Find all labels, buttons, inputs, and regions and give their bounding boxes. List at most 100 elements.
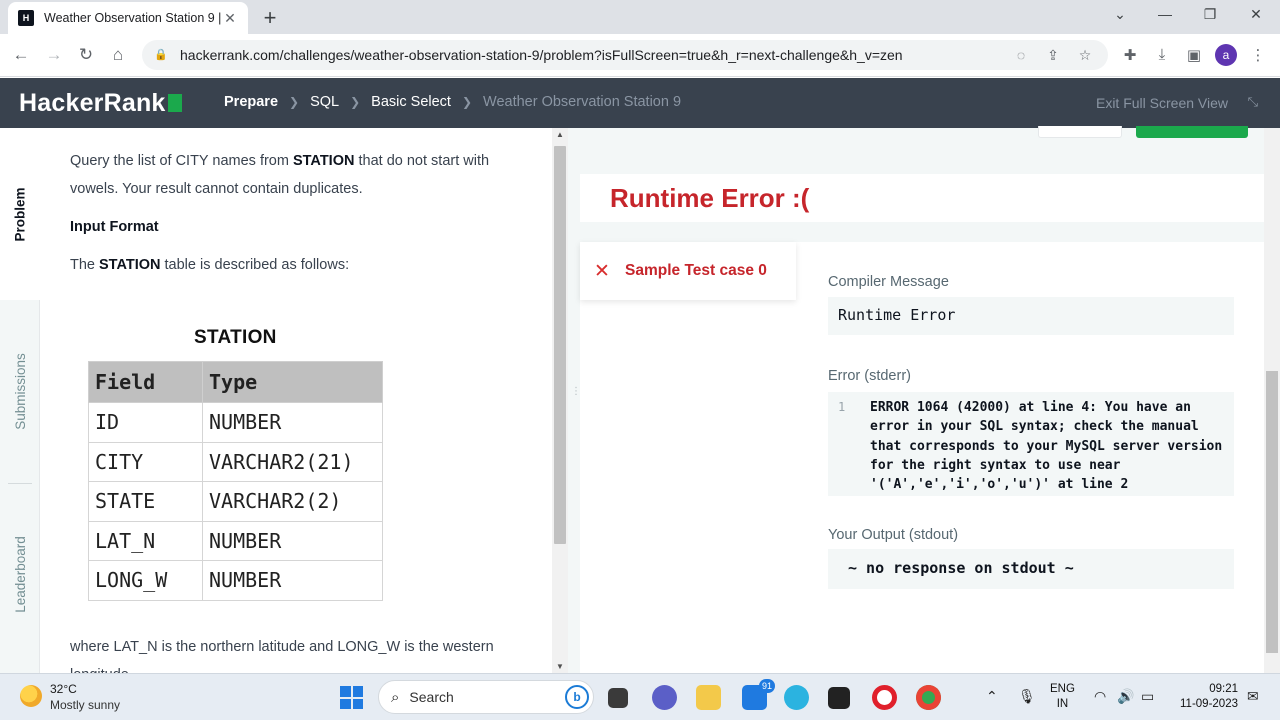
- table-row: STATE VARCHAR2(2): [88, 481, 383, 522]
- breadcrumb-current: Weather Observation Station 9: [483, 94, 682, 110]
- system-clock[interactable]: 09:21 11-09-2023: [1172, 682, 1238, 712]
- eye-slash-icon[interactable]: ◌: [1010, 47, 1032, 63]
- stdout-label: Your Output (stdout): [828, 527, 959, 543]
- browser-tab[interactable]: H Weather Observation Station 9 | H ✕: [8, 2, 248, 34]
- tab-submissions[interactable]: Submissions: [0, 300, 40, 483]
- battery-icon[interactable]: ▭: [1141, 688, 1154, 705]
- scroll-down-icon[interactable]: ▼: [552, 662, 568, 671]
- scrollbar-thumb[interactable]: [1266, 371, 1278, 653]
- result-scrollbar[interactable]: [1264, 128, 1280, 673]
- scrollbar-thumb[interactable]: [554, 146, 566, 544]
- volume-icon[interactable]: 🔊: [1117, 688, 1134, 705]
- problem-intro: Query the list of CITY names from STATIO…: [70, 153, 490, 197]
- field-cell: CITY: [88, 441, 203, 482]
- table-row: LONG_W NUMBER: [88, 560, 383, 601]
- back-arrow-icon[interactable]: ←: [10, 44, 32, 66]
- restore-window-icon[interactable]: ❐: [1200, 6, 1220, 23]
- new-tab-button[interactable]: +: [258, 5, 282, 31]
- station-schema-table: Field Type ID NUMBER CITY VARCHAR2(21) STA…: [88, 361, 383, 601]
- hackerrank-header: HackerRank Prepare ❯ SQL ❯ Basic Select …: [0, 78, 1280, 128]
- problem-panel: Query the list of CITY names from STATIO…: [40, 128, 552, 673]
- sun-weather-icon[interactable]: [20, 685, 42, 707]
- type-cell: NUMBER: [202, 520, 383, 561]
- search-placeholder: Search: [409, 689, 454, 705]
- run-code-button[interactable]: [1038, 126, 1122, 138]
- extensions-puzzle-icon[interactable]: ✚: [1120, 46, 1140, 66]
- weather-widget[interactable]: 32°C Mostly sunny: [50, 681, 120, 713]
- search-icon: ⌕: [391, 688, 400, 706]
- tab-search-chevron-icon[interactable]: ⌄: [1110, 6, 1130, 23]
- mail-badge: 91: [758, 679, 775, 693]
- bookmark-star-icon[interactable]: ☆: [1074, 47, 1096, 64]
- problem-scrollbar[interactable]: ▲ ▼: [552, 128, 568, 673]
- notifications-icon[interactable]: ✉: [1247, 688, 1259, 705]
- stderr-box: 1 ERROR 1064 (42000) at line 4: You have…: [828, 392, 1234, 496]
- taskbar-search[interactable]: ⌕ Search b: [378, 680, 594, 714]
- browser-toolbar: ← → ↻ ⌂ 🔒 hackerrank.com/challenges/weat…: [0, 34, 1280, 77]
- scroll-up-icon[interactable]: ▲: [552, 130, 568, 139]
- home-icon[interactable]: ⌂: [107, 44, 129, 66]
- weather-condition: Mostly sunny: [50, 698, 121, 712]
- minimize-window-icon[interactable]: —: [1155, 6, 1175, 22]
- tab-leaderboard[interactable]: Leaderboard: [0, 484, 40, 664]
- edge-browser-icon[interactable]: [784, 685, 809, 710]
- lock-icon: 🔒: [154, 49, 168, 61]
- chrome-icon[interactable]: [916, 685, 941, 710]
- breadcrumb-prepare[interactable]: Prepare: [224, 94, 278, 110]
- region-code: IN: [1056, 698, 1069, 710]
- exit-full-screen-link[interactable]: Exit Full Screen View: [1096, 95, 1228, 111]
- url-text: hackerrank.com/challenges/weather-observ…: [180, 47, 903, 63]
- address-bar[interactable]: 🔒 hackerrank.com/challenges/weather-obse…: [142, 40, 1108, 70]
- verdict-banner: Runtime Error :(: [580, 174, 1264, 222]
- clock-time: 09:21: [1209, 683, 1238, 695]
- bing-icon[interactable]: b: [565, 685, 589, 709]
- tab-problem[interactable]: Problem: [0, 128, 40, 300]
- share-icon[interactable]: ⇪: [1042, 47, 1064, 64]
- type-cell: NUMBER: [202, 560, 383, 601]
- language-indicator[interactable]: ENG IN: [1050, 682, 1075, 712]
- breadcrumb-sql[interactable]: SQL: [310, 94, 339, 110]
- opera-icon[interactable]: [872, 685, 897, 710]
- windows-start-icon[interactable]: [340, 686, 363, 709]
- testcase-list: ✕ Sample Test case 0: [580, 242, 796, 673]
- testcase-item[interactable]: ✕ Sample Test case 0: [580, 242, 796, 300]
- table-row: CITY VARCHAR2(21): [88, 441, 383, 482]
- input-format-heading: Input Format: [70, 219, 159, 235]
- reload-icon[interactable]: ↻: [75, 44, 97, 66]
- download-icon[interactable]: ⤓: [1152, 46, 1172, 66]
- dropbox-icon[interactable]: [828, 687, 850, 709]
- teams-chat-icon[interactable]: [652, 685, 677, 710]
- file-explorer-icon[interactable]: [696, 685, 721, 710]
- wifi-icon[interactable]: ◠: [1094, 688, 1106, 705]
- problem-footer-text: where LAT_N is the northern latitude and…: [70, 639, 494, 673]
- chevron-right-icon: ❯: [461, 95, 473, 109]
- verdict-title: Runtime Error :(: [610, 183, 810, 213]
- type-cell: NUMBER: [202, 402, 383, 443]
- side-panel-icon[interactable]: ▣: [1184, 46, 1204, 66]
- stderr-text: ERROR 1064 (42000) at line 4: You have a…: [870, 400, 1223, 493]
- browser-menu-icon[interactable]: ⋮: [1248, 46, 1268, 66]
- tab-title: Weather Observation Station 9 | H: [44, 11, 222, 25]
- close-window-icon[interactable]: ✕: [1246, 6, 1266, 23]
- tab-close-icon[interactable]: ✕: [222, 10, 238, 27]
- stdout-box: ~ no response on stdout ~: [828, 549, 1234, 589]
- collapse-arrows-icon[interactable]: ⤡: [1248, 94, 1258, 110]
- show-hidden-icons-chevron-icon[interactable]: ⌃: [986, 688, 998, 705]
- language-code: ENG: [1050, 683, 1075, 695]
- stderr-label: Error (stderr): [828, 368, 911, 384]
- submit-code-button[interactable]: [1136, 126, 1248, 138]
- task-view-icon[interactable]: [608, 688, 628, 708]
- panel-resize-handle[interactable]: ⋮⋮: [568, 128, 590, 673]
- hackerrank-logo[interactable]: HackerRank: [19, 89, 182, 118]
- forward-arrow-icon[interactable]: →: [43, 44, 65, 66]
- profile-avatar[interactable]: a: [1215, 44, 1237, 66]
- microphone-icon[interactable]: 🎙: [1018, 688, 1036, 705]
- chevron-right-icon: ❯: [289, 95, 300, 109]
- mail-icon[interactable]: 91: [742, 679, 775, 710]
- clock-date: 11-09-2023: [1180, 698, 1238, 710]
- table-header-field: Field: [88, 361, 203, 403]
- breadcrumb-basic-select[interactable]: Basic Select: [371, 94, 451, 110]
- stdout-text: ~ no response on stdout ~: [848, 559, 1074, 577]
- compiler-message-text: Runtime Error: [838, 306, 956, 324]
- testcase-label: Sample Test case 0: [625, 262, 767, 279]
